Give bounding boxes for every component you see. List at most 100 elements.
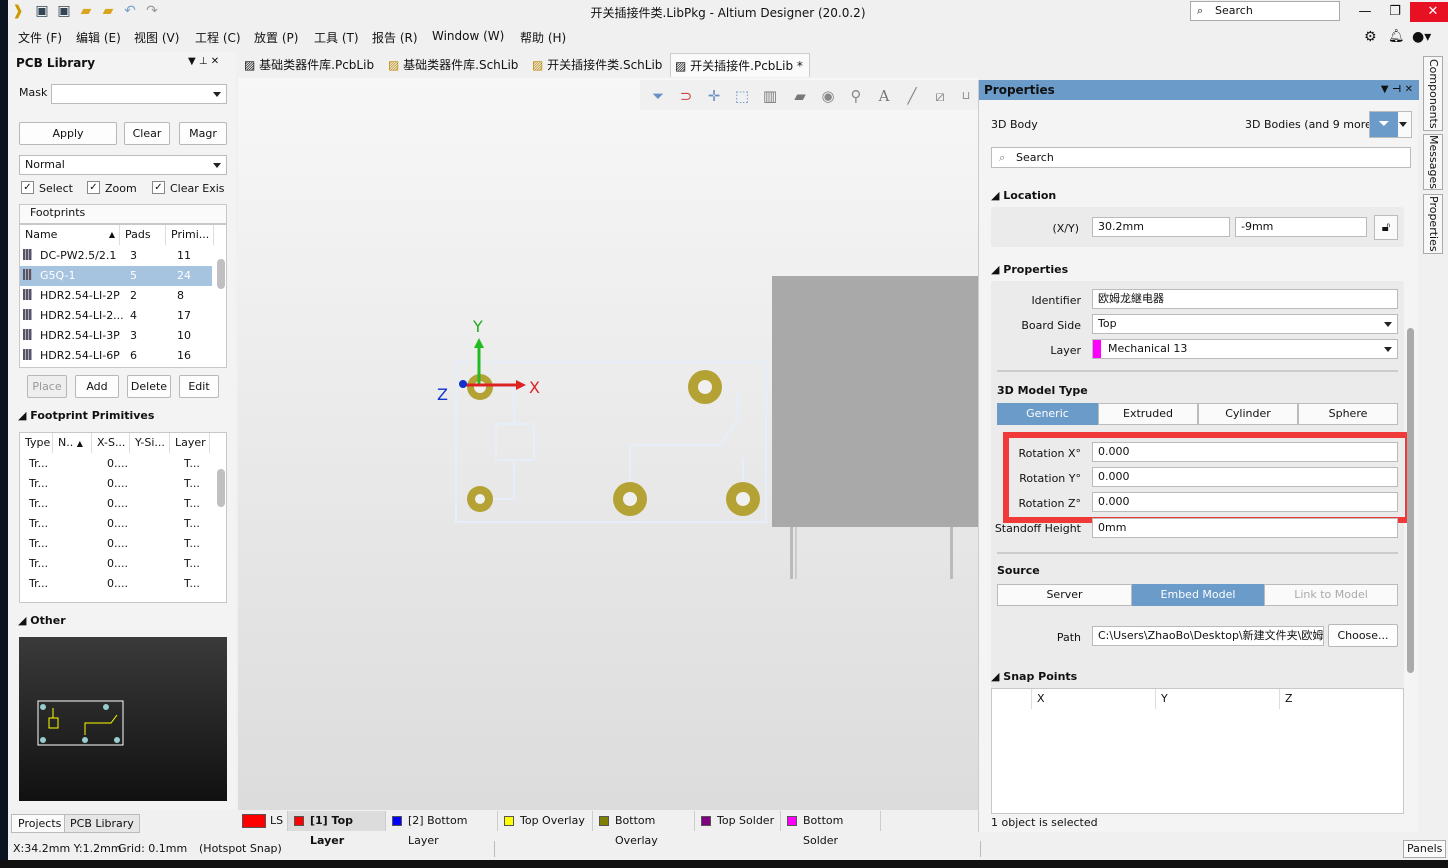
col-name[interactable]: Name ▲ [20, 225, 120, 245]
footprint-3d-view[interactable]: Y X Z [238, 78, 978, 810]
primitive-row[interactable]: Tr... 0.... T... [20, 514, 212, 534]
primitive-row[interactable]: Tr... 0.... T... [20, 454, 212, 474]
panels-button[interactable]: Panels [1403, 840, 1447, 858]
mode-dropdown[interactable]: Normal [19, 155, 227, 175]
layer-tab[interactable]: [2] Bottom Layer [386, 811, 498, 847]
primitive-row[interactable]: Tr... 0.... T... [20, 574, 212, 594]
delete-button[interactable]: Delete [127, 375, 171, 398]
primitive-row[interactable]: Tr... 0.... T... [20, 474, 212, 494]
standoff-input[interactable]: 0mm [1092, 518, 1398, 538]
source-server[interactable]: Server [997, 584, 1132, 606]
model-type-cylinder[interactable]: Cylinder [1198, 403, 1298, 425]
menu-project[interactable]: 工程 (C) [195, 29, 241, 46]
primitive-row[interactable]: Tr... 0.... T... [20, 534, 212, 554]
zoom-checkbox[interactable]: ✓ [87, 181, 100, 194]
magnify-button[interactable]: Magr [179, 122, 227, 145]
properties-search-input[interactable]: ⌕ Search [991, 147, 1411, 168]
component-icon[interactable]: ▰ [790, 86, 810, 106]
col-n[interactable]: N.. ▲ [53, 433, 92, 453]
panel-menu-icon[interactable]: ▼ ⊥ ✕ [188, 56, 219, 67]
footprint-row[interactable]: HDR2.54-LI-6P 6 16 [20, 346, 212, 366]
primitives-scrollbar[interactable] [217, 469, 225, 507]
col-xsize[interactable]: X-S... [92, 433, 130, 453]
messages-tab[interactable]: Messages [1423, 134, 1443, 190]
layer-dropdown[interactable]: Mechanical 13 [1092, 339, 1398, 359]
board-side-dropdown[interactable]: Top [1092, 314, 1398, 334]
doc-tab-schlib-basic[interactable]: ▨ 基础类器件库.SchLib [384, 53, 518, 77]
pad-icon[interactable]: ◉ [818, 86, 838, 106]
layer-tab[interactable]: Top Overlay [498, 811, 593, 831]
menu-help[interactable]: 帮助 (H) [520, 29, 566, 46]
properties-scrollbar[interactable] [1407, 328, 1414, 673]
panel-controls-icon[interactable]: ▼ ⊣ ✕ [1381, 80, 1413, 100]
select-checkbox[interactable]: ✓ [21, 181, 34, 194]
properties-section-title[interactable]: ◢ Properties [991, 263, 1068, 276]
source-link-to-model[interactable]: Link to Model [1264, 584, 1398, 606]
rotation-x-input[interactable]: 0.000 [1092, 442, 1398, 462]
align-icon[interactable]: ▥ [760, 86, 780, 106]
pcb-canvas[interactable]: Y X Z [238, 78, 978, 810]
primitives-section-title[interactable]: ◢ Footprint Primitives [18, 409, 154, 422]
bell-icon[interactable]: 🔔︎ [1388, 29, 1405, 44]
gear-icon[interactable]: ⚙ [1364, 29, 1377, 45]
col-y[interactable]: Y [1156, 689, 1280, 709]
layer-tab[interactable]: [1] Top Layer [288, 811, 386, 847]
layer-tab[interactable]: Bottom Overlay [593, 811, 695, 847]
add-button[interactable]: Add [75, 375, 119, 398]
layer-tab[interactable]: LS [240, 811, 288, 831]
col-type[interactable]: Type [20, 433, 53, 453]
model-type-extruded[interactable]: Extruded [1098, 403, 1198, 425]
col-pads[interactable]: Pads [120, 225, 166, 245]
apply-button[interactable]: Apply [19, 122, 117, 145]
text-icon[interactable]: A [874, 86, 894, 106]
user-icon[interactable]: ●▾ [1412, 29, 1431, 45]
primitive-row[interactable]: Tr... 0.... T... [20, 494, 212, 514]
footprint-row[interactable]: HDR2.54-LI-2... 4 17 [20, 306, 212, 326]
filter-icon[interactable]: ⏷ [648, 86, 668, 106]
location-section-title[interactable]: ◢ Location [991, 189, 1056, 202]
components-tab[interactable]: Components [1423, 56, 1443, 131]
pcb-library-tab[interactable]: PCB Library [64, 814, 140, 833]
via-icon[interactable]: ⚲ [846, 86, 866, 106]
line-icon[interactable]: ╱ [902, 86, 922, 106]
move-icon[interactable]: ✛ [704, 86, 724, 106]
choose-button[interactable]: Choose... [1328, 624, 1398, 647]
properties-tab[interactable]: Properties [1423, 194, 1443, 254]
col-x[interactable]: X [1032, 689, 1156, 709]
col-layer[interactable]: Layer [170, 433, 210, 453]
menu-view[interactable]: 视图 (V) [134, 29, 179, 46]
menu-tools[interactable]: 工具 (T) [314, 29, 359, 46]
source-embed-model[interactable]: Embed Model [1132, 584, 1264, 606]
menu-file[interactable]: 文件 (F) [18, 29, 62, 46]
doc-tab-pcblib-switch-active[interactable]: ▨ 开关插接件.PcbLib * [670, 53, 810, 77]
doc-tab-pcblib-basic[interactable]: ▨ 基础类器件库.PcbLib [240, 53, 374, 77]
footprint-row[interactable]: HDR2.54-LI-3P 3 10 [20, 326, 212, 346]
rotation-y-input[interactable]: 0.000 [1092, 467, 1398, 487]
footprint-row[interactable]: G5Q-1 5 24 [20, 266, 212, 286]
dimension-icon[interactable]: ⊔ [956, 86, 976, 106]
layer-tab[interactable]: Bottom Solder [781, 811, 881, 847]
footprint-row[interactable]: HDR2.54-LI-2P 2 8 [20, 286, 212, 306]
identifier-input[interactable]: 欧姆龙継电器 [1092, 289, 1398, 309]
close-button[interactable]: ✕ [1410, 2, 1448, 22]
mask-input[interactable] [51, 84, 227, 104]
menu-place[interactable]: 放置 (P) [254, 29, 298, 46]
global-search-input[interactable]: ⌕ Search [1190, 1, 1340, 21]
place-button[interactable]: Place [27, 375, 67, 398]
clear-existing-checkbox[interactable]: ✓ [152, 181, 165, 194]
lock-icon[interactable]: 🔓︎ [1374, 215, 1398, 240]
snap-points-title[interactable]: ◢ Snap Points [991, 670, 1077, 683]
location-y-input[interactable]: -9mm [1235, 217, 1367, 237]
pads[interactable] [467, 370, 760, 516]
footprint-row[interactable]: DC-PW2.5/2.1 3 11 [20, 246, 212, 266]
primitive-row[interactable]: Tr... 0.... T... [20, 554, 212, 574]
doc-tab-schlib-switch[interactable]: ▨ 开关插接件类.SchLib [528, 53, 662, 77]
col-z[interactable]: Z [1280, 689, 1404, 709]
minimize-button[interactable]: — [1350, 2, 1380, 22]
selection-filter-button[interactable]: ⏷ [1369, 111, 1412, 138]
footprints-scrollbar[interactable] [217, 259, 225, 289]
menu-edit[interactable]: 编辑 (E) [76, 29, 121, 46]
3d-body[interactable] [772, 276, 978, 527]
projects-tab[interactable]: Projects [11, 814, 69, 833]
menu-window[interactable]: Window (W) [432, 29, 504, 43]
